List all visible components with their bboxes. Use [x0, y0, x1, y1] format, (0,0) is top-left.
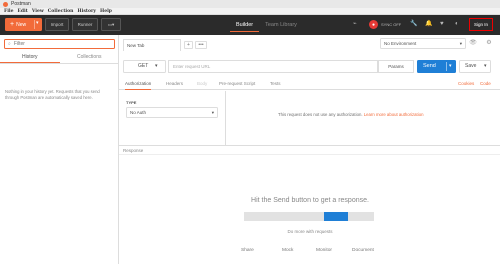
save-label: Save	[465, 63, 477, 69]
sign-in-button[interactable]: Sign In	[469, 18, 493, 31]
menu-help[interactable]: Help	[100, 9, 112, 14]
illustration-highlight	[324, 212, 348, 221]
tab-pre-request-script[interactable]: Pre-request Script	[219, 78, 255, 89]
new-button-label: New	[16, 21, 27, 28]
tab-builder[interactable]: Builder	[230, 19, 260, 32]
tab-tests[interactable]: Tests	[270, 78, 281, 89]
new-window-button[interactable]: ▭▾	[101, 18, 121, 31]
heart-icon[interactable]: ♥	[440, 20, 444, 29]
method-select[interactable]: GET ▾	[123, 60, 166, 73]
tab-team-library[interactable]: Team Library	[259, 19, 303, 31]
menu-edit[interactable]: Edit	[17, 9, 27, 14]
auth-message-text: This request does not use any authorizat…	[278, 112, 363, 117]
send-label: Send	[423, 63, 436, 69]
filter-input[interactable]	[13, 41, 109, 47]
environment-select[interactable]: No Environment ▾	[380, 38, 466, 49]
tab-collections[interactable]: Collections	[60, 52, 120, 63]
divider	[34, 20, 35, 29]
tab-history[interactable]: History	[0, 52, 60, 63]
environment-value: No Environment	[384, 41, 417, 46]
import-button[interactable]: Import	[45, 18, 69, 31]
method-value: GET	[138, 63, 149, 69]
menu-view[interactable]: View	[32, 9, 44, 14]
avatar[interactable]: ●	[369, 20, 378, 29]
top-toolbar: + New ▾ Import Runner ▭▾ Builder Team Li…	[0, 15, 500, 35]
auth-type-value: No Auth	[130, 110, 147, 115]
postman-logo-icon	[3, 1, 8, 7]
tab-authorization[interactable]: Authorization	[125, 78, 152, 90]
sidebar-tabs: History Collections	[0, 52, 119, 64]
filter-field[interactable]: ⌕	[4, 39, 115, 49]
chevron-down-icon: ▾	[155, 63, 158, 69]
url-input[interactable]: Enter request URL	[168, 60, 378, 73]
auth-type-select[interactable]: No Auth ▾	[126, 107, 218, 118]
user-icon[interactable]: ◐	[455, 20, 459, 29]
menu-file[interactable]: File	[4, 9, 13, 14]
menu-collection[interactable]: Collection	[48, 9, 74, 14]
send-button[interactable]: Send ▾	[417, 60, 456, 73]
history-empty-message: Nothing in your history yet. Requests th…	[5, 89, 100, 100]
wrench-icon[interactable]: 🔧	[410, 20, 417, 29]
code-link[interactable]: Code	[480, 78, 491, 89]
sidebar: ⌕ History Collections Nothing in your hi…	[0, 35, 119, 264]
params-button[interactable]: Params	[378, 60, 414, 73]
view-switcher: Builder Team Library	[230, 18, 303, 32]
learn-more-auth-link[interactable]: Learn more about authorization	[364, 112, 424, 117]
sync-status: SYNC OFF	[381, 22, 402, 27]
response-hint: Hit the Send button to get a response.	[251, 197, 369, 204]
monitor-link[interactable]: Monitor	[316, 248, 332, 253]
gear-icon[interactable]: ⚙	[485, 39, 493, 48]
request-subtabs: Authorization Headers Body Pre-request S…	[119, 78, 500, 90]
chevron-down-icon[interactable]: ▾	[36, 20, 39, 26]
window-titlebar: Postman	[0, 0, 500, 8]
save-button[interactable]: Save ▾	[459, 60, 491, 73]
new-button[interactable]: + New ▾	[5, 18, 42, 31]
request-url-row: GET ▾ Enter request URL Params Send ▾ Sa…	[119, 56, 500, 76]
cookies-link[interactable]: Cookies	[458, 78, 474, 89]
mock-link[interactable]: Mock	[282, 248, 293, 253]
more-tabs-button[interactable]: •••	[195, 41, 207, 49]
chevron-down-icon: ▾	[459, 41, 462, 46]
chevron-down-icon[interactable]: ▾	[449, 60, 452, 73]
auth-type-panel: TYPE No Auth ▾	[119, 91, 226, 145]
window-title: Postman	[11, 1, 31, 7]
satellite-icon[interactable]: ⌁	[353, 20, 357, 29]
add-tab-button[interactable]: +	[184, 41, 193, 49]
request-tab[interactable]: New Tab	[123, 39, 181, 51]
document-link[interactable]: Document	[352, 248, 374, 253]
do-more-heading: Do more with requests	[287, 229, 333, 234]
chevron-down-icon[interactable]: ▾	[484, 61, 487, 72]
eye-icon[interactable]: 👁	[469, 39, 477, 48]
tab-body[interactable]: Body	[197, 78, 207, 89]
plus-icon: +	[10, 21, 15, 28]
search-icon: ⌕	[8, 41, 11, 47]
window-icon: ▭▾	[107, 21, 115, 27]
menu-bar: File Edit View Collection History Help	[0, 8, 500, 15]
auth-message: This request does not use any authorizat…	[278, 112, 423, 117]
share-link[interactable]: Share	[241, 248, 254, 253]
divider	[446, 62, 447, 71]
tab-headers[interactable]: Headers	[166, 78, 183, 89]
chevron-down-icon: ▾	[211, 110, 214, 115]
auth-type-label: TYPE	[126, 100, 137, 105]
bell-icon[interactable]: 🔔	[425, 20, 432, 29]
menu-history[interactable]: History	[77, 9, 96, 14]
response-header: Response	[119, 145, 500, 155]
response-illustration	[244, 212, 374, 221]
runner-button[interactable]: Runner	[72, 18, 98, 31]
